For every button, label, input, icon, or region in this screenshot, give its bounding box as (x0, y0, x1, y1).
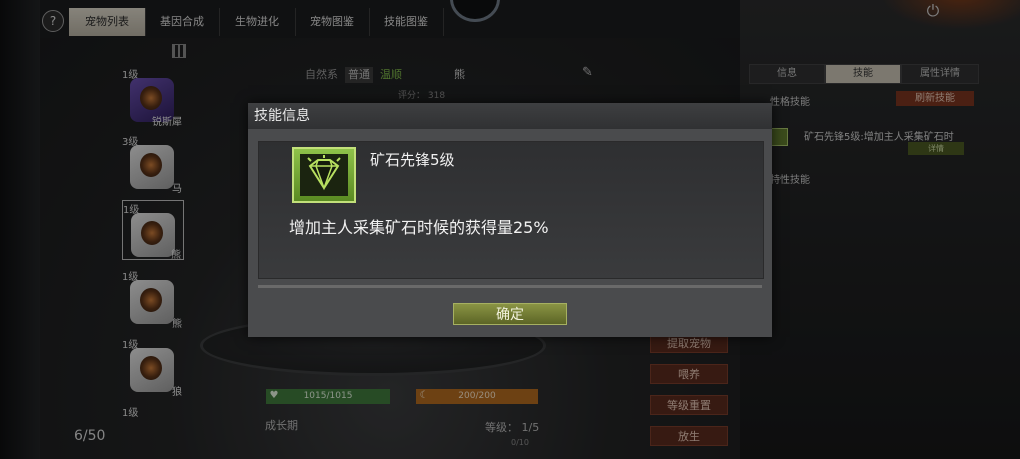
skill-description: 增加主人采集矿石时候的获得量25% (289, 218, 549, 237)
confirm-button[interactable]: 确定 (453, 303, 567, 325)
skill-name: 矿石先锋5级 (370, 151, 455, 169)
gem-icon (292, 147, 356, 203)
dialog-divider (258, 285, 762, 288)
dialog-title: 技能信息 (248, 103, 772, 129)
skill-info-dialog: 技能信息 矿石先锋5级 增加主人采集矿石时候的获得量25% 确定 (248, 103, 772, 337)
